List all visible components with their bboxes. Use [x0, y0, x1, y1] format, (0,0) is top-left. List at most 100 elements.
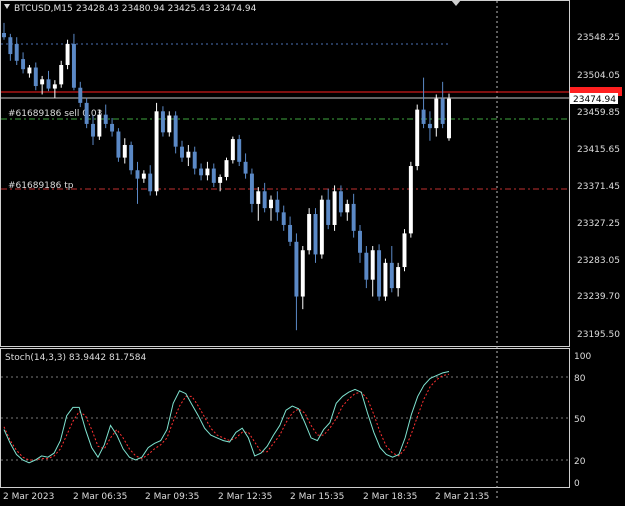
candle-bear: [440, 98, 445, 124]
price-axis: 23548.25 23504.05 23459.85 23415.65 2337…: [570, 33, 622, 340]
candle-bear: [249, 173, 254, 204]
candle-bear: [33, 67, 38, 87]
candle-bull: [370, 250, 375, 280]
candle-bull: [40, 79, 45, 85]
candle-bear: [116, 131, 121, 158]
candle-bull: [27, 67, 32, 74]
candle-bull: [307, 214, 312, 251]
candle-bear: [275, 199, 280, 213]
candle-bear: [351, 203, 356, 231]
candle-bull: [300, 250, 305, 297]
ohlc-values: 23428.43 23480.94 23425.43 23474.94: [76, 4, 257, 14]
time-tick: 2 Mar 2023: [3, 492, 54, 502]
candle-bear: [421, 109, 426, 124]
time-tick: 2 Mar 15:35: [290, 492, 344, 502]
candle-bear: [110, 123, 115, 132]
candle-bull: [122, 144, 127, 158]
price-tick: 23548.25: [577, 33, 620, 43]
candle-bear: [192, 151, 197, 169]
stoch-axis-tick: 50: [574, 415, 586, 425]
candle-bull: [186, 151, 191, 158]
candle-bull: [256, 191, 261, 204]
candle-bear: [91, 123, 95, 137]
candle-bear: [135, 170, 140, 179]
price-tick: 23283.05: [577, 256, 620, 266]
stoch-axis-tick: 100: [574, 352, 591, 362]
candle-bull: [218, 176, 223, 183]
price-tick: 23195.50: [577, 330, 620, 340]
candle-bear: [78, 87, 83, 103]
candle-bull: [97, 114, 102, 137]
candle-bull: [415, 109, 420, 167]
stoch-label: Stoch(14,3,3) 83.9442 81.7584: [5, 353, 146, 363]
candle-bull: [167, 115, 172, 133]
candle-bull: [408, 166, 413, 234]
candle-bear: [148, 173, 153, 192]
candle-bull: [345, 203, 350, 213]
time-axis: 2 Mar 2023 2 Mar 06:35 2 Mar 09:35 2 Mar…: [3, 492, 489, 502]
candle-bear: [173, 115, 178, 147]
candle-bear: [180, 146, 184, 158]
candle-bear: [281, 212, 286, 225]
time-tick: 2 Mar 12:35: [218, 492, 272, 502]
candle-bear: [313, 214, 318, 255]
time-tick: 2 Mar 18:35: [363, 492, 417, 502]
candle-bear: [364, 252, 369, 280]
candle-bull: [434, 98, 439, 129]
symbol-timeframe: BTCUSD,M15: [14, 4, 73, 14]
candle-bear: [14, 43, 19, 61]
candle-bull: [205, 168, 210, 176]
candle-bear: [288, 224, 293, 242]
current-price-label: 23474.94: [573, 95, 616, 105]
trading-chart-window: #61689186 sell 0.03 #61689186 tp BTCUSD,…: [0, 0, 625, 506]
candle-bear: [377, 250, 382, 297]
tp-order-label: #61689186 tp: [8, 181, 74, 191]
time-tick: 2 Mar 09:35: [145, 492, 199, 502]
candle-bear: [237, 139, 242, 162]
stoch-axis-tick: 80: [574, 374, 586, 384]
chart-header: BTCUSD,M15 23428.43 23480.94 23425.43 23…: [4, 4, 257, 14]
candle-bull: [65, 43, 70, 65]
candle-bear: [2, 33, 6, 38]
candle-bear: [338, 191, 343, 213]
stoch-axis-tick: 20: [574, 457, 586, 467]
candle-bull: [230, 139, 235, 161]
price-tick: 23327.25: [577, 219, 620, 229]
candle-bear: [46, 79, 51, 89]
candle-bear: [389, 262, 394, 289]
chart-background: [0, 0, 625, 506]
candle-bull: [269, 199, 273, 209]
candle-bull: [383, 262, 388, 297]
price-tick: 23504.05: [577, 71, 620, 81]
time-tick: 2 Mar 06:35: [73, 492, 127, 502]
candle-bear: [21, 59, 26, 70]
candle-bear: [103, 114, 108, 124]
price-tick: 23371.45: [577, 182, 620, 192]
candle-bear: [427, 123, 432, 129]
candle-bear: [71, 43, 76, 88]
price-tick: 23459.85: [577, 108, 620, 118]
candle-bull: [402, 233, 407, 268]
candle-bear: [326, 199, 331, 225]
candle-bull: [224, 160, 229, 177]
candle-bull: [141, 173, 146, 179]
candle-bear: [199, 168, 204, 176]
candle-bear: [8, 37, 13, 55]
stoch-axis-tick: 0: [574, 479, 580, 489]
candle-bear: [262, 191, 267, 209]
candle-bear: [84, 102, 89, 124]
candle-bear: [129, 144, 134, 171]
candle-bear: [243, 161, 248, 174]
candle-bear: [211, 168, 216, 183]
candle-bear: [294, 241, 299, 297]
price-tick: 23415.65: [577, 145, 620, 155]
candle-bull: [52, 84, 57, 89]
candle-bull: [332, 191, 337, 225]
candle-bull: [59, 64, 64, 85]
candle-bull: [154, 111, 159, 192]
candle-bull: [319, 199, 324, 255]
candle-bear: [358, 230, 362, 253]
time-tick: 2 Mar 21:35: [435, 492, 489, 502]
price-tick: 23239.70: [577, 292, 620, 302]
candle-bull: [447, 98, 451, 139]
